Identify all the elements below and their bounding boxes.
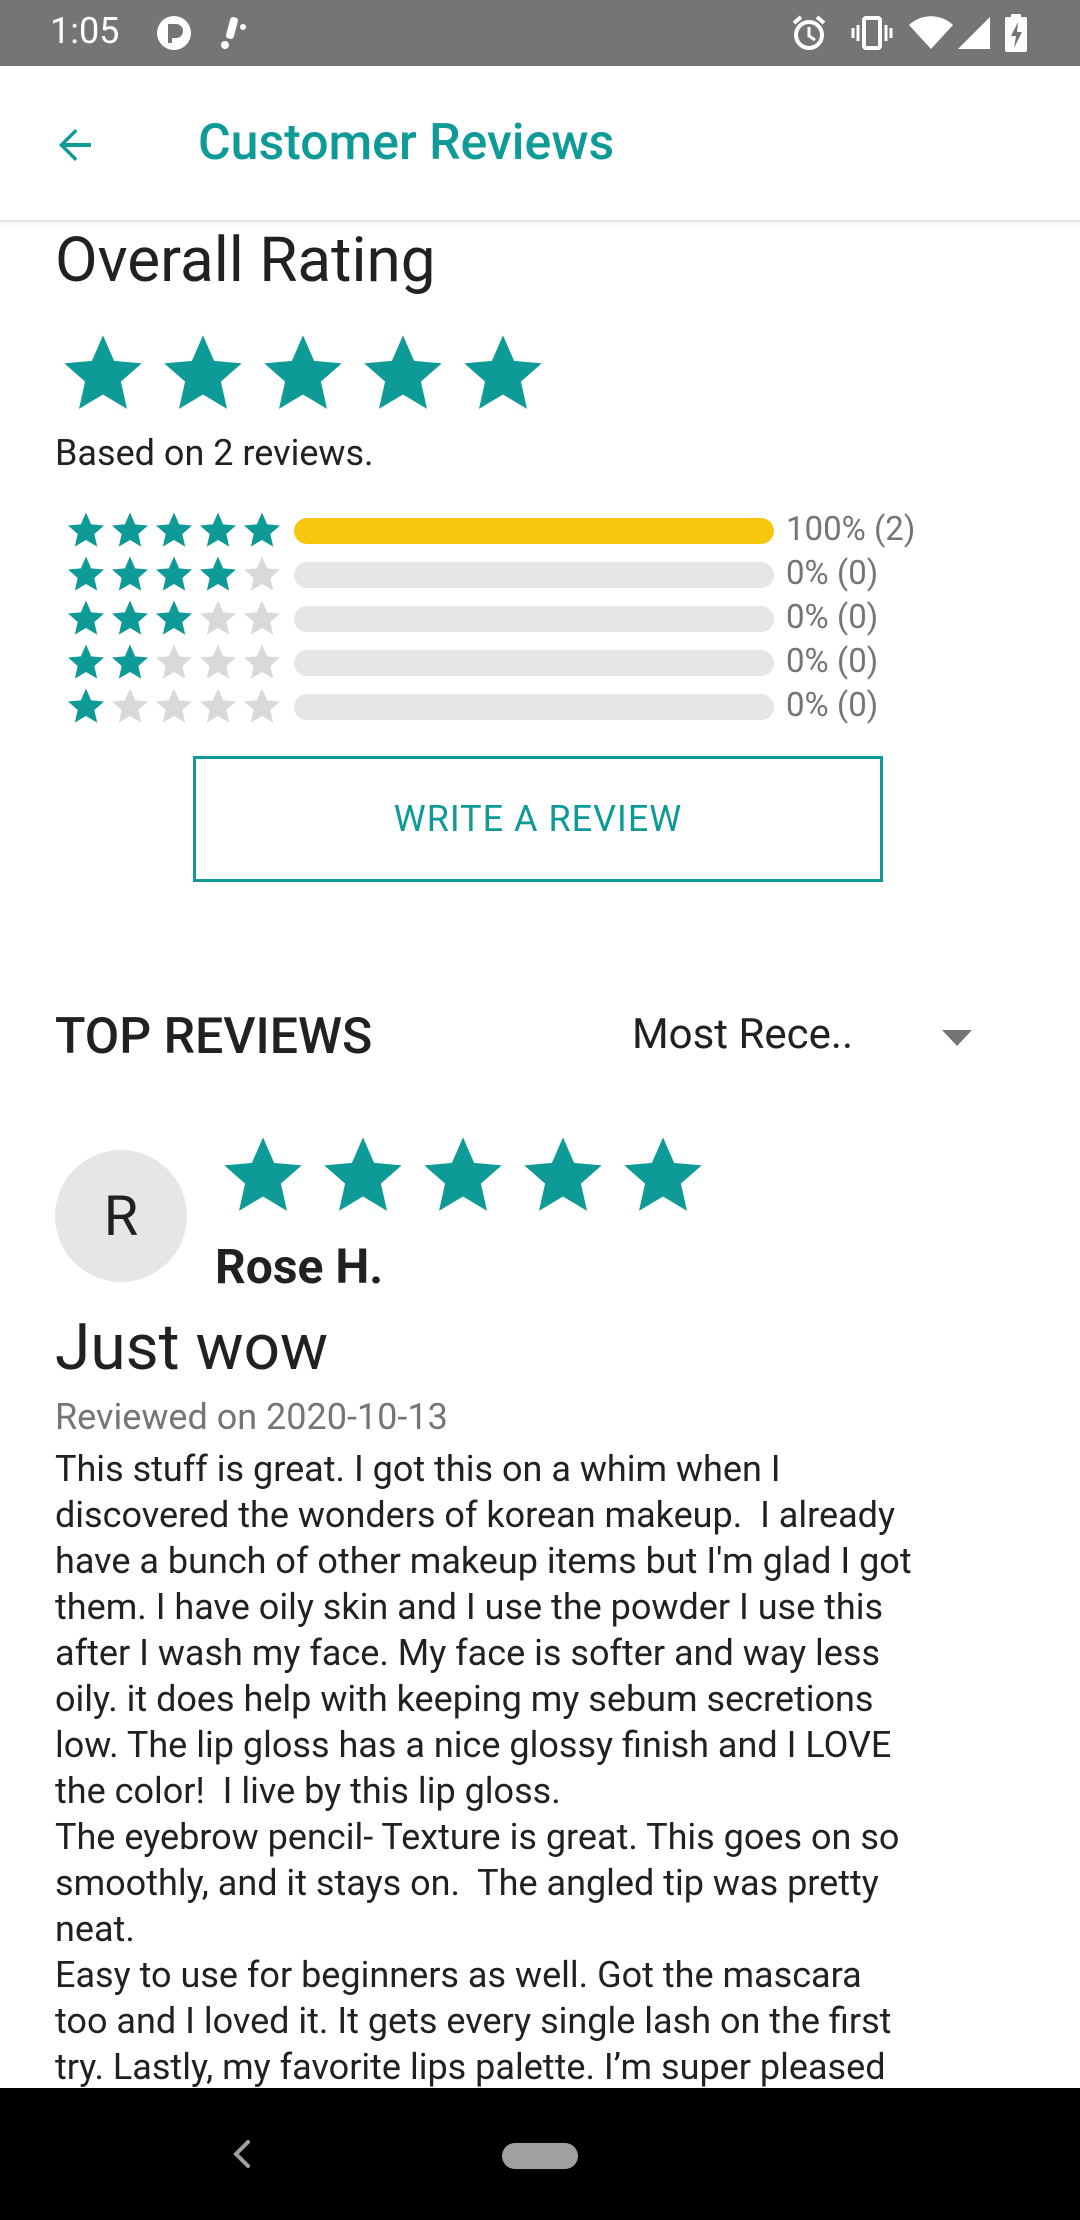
distribution-bar [294,606,774,632]
status-time: 1:05 [50,10,120,52]
star-icon [156,688,192,723]
nav-back-button[interactable] [222,2132,262,2176]
star-icon [68,644,104,679]
top-reviews-heading: TOP REVIEWS [55,1008,373,1066]
distribution-bar [294,694,774,720]
star-icon [112,688,148,723]
distribution-row-5: 100% (2) [66,510,966,550]
review-body: This stuff is great. I got this on a whi… [55,1448,912,2088]
review-stars [220,1132,706,1218]
alarm-icon [789,14,829,52]
star-icon [244,644,280,679]
review-date: Reviewed on 2020-10-13 [55,1396,448,1438]
distribution-percent: 0% (0) [786,598,879,637]
reviewer-avatar: R [55,1150,187,1282]
distribution-row-3: 0% (0) [66,598,966,638]
distribution-bar-fill [294,518,774,544]
page-title: Customer Reviews [198,114,615,172]
sort-dropdown[interactable]: Most Rece.. [632,1010,982,1070]
star-icon [164,335,242,409]
star-icon [424,1137,502,1211]
distribution-stars [66,598,282,638]
distribution-bar [294,518,774,544]
star-icon [68,512,104,547]
star-icon [324,1137,402,1211]
distribution-row-2: 0% (0) [66,642,966,682]
distribution-row-4: 0% (0) [66,554,966,594]
reviewer-name: Rose H. [215,1238,384,1295]
star-icon [112,644,148,679]
star-icon [68,556,104,591]
distribution-bar [294,650,774,676]
distribution-bar [294,562,774,588]
distribution-percent: 100% (2) [786,510,916,549]
nav-back-icon [233,2140,250,2168]
star-icon [244,556,280,591]
star-icon [244,512,280,547]
distribution-percent: 0% (0) [786,554,879,593]
distribution-percent: 0% (0) [786,642,879,681]
wifi-icon [908,14,954,52]
star-icon [200,512,236,547]
reviews-content[interactable]: Overall Rating Based on 2 reviews. 100% … [0,220,1080,2088]
star-icon [156,512,192,547]
star-icon [68,688,104,723]
star-icon [464,335,542,409]
based-on-text: Based on 2 reviews. [55,432,374,474]
star-icon [156,556,192,591]
back-button[interactable] [40,110,110,180]
star-icon [64,335,142,409]
app-bar: Customer Reviews [0,66,1080,222]
star-icon [244,688,280,723]
distribution-stars [66,686,282,726]
distribution-stars [66,554,282,594]
star-icon [68,600,104,635]
navigation-bar [0,2088,1080,2220]
star-icon [264,335,342,409]
star-icon [224,1137,302,1211]
star-icon [624,1137,702,1211]
arrow-back-icon [59,129,91,161]
star-icon [156,600,192,635]
battery-charging-icon [1004,14,1028,52]
signal-icon [956,14,992,52]
status-bar: 1:05 [0,0,1080,66]
star-icon [364,335,442,409]
star-icon [112,556,148,591]
star-icon [524,1137,602,1211]
overall-stars [60,330,546,416]
star-icon [112,600,148,635]
write-review-button[interactable]: WRITE A REVIEW [193,756,883,882]
star-icon [200,600,236,635]
star-icon [200,644,236,679]
notification-icon [214,14,250,52]
sort-selected-value: Most Rece.. [632,1010,854,1059]
star-icon [244,600,280,635]
distribution-stars [66,510,282,550]
star-icon [200,688,236,723]
vibrate-icon [850,14,894,52]
distribution-row-1: 0% (0) [66,686,966,726]
star-icon [200,556,236,591]
overall-rating-heading: Overall Rating [55,224,436,297]
pocket-casts-icon [154,14,194,52]
distribution-stars [66,642,282,682]
star-icon [156,644,192,679]
dropdown-arrow-icon [942,1030,972,1046]
distribution-percent: 0% (0) [786,686,879,725]
star-icon [112,512,148,547]
home-pill-icon[interactable] [502,2143,578,2169]
review-title: Just wow [55,1310,329,1385]
